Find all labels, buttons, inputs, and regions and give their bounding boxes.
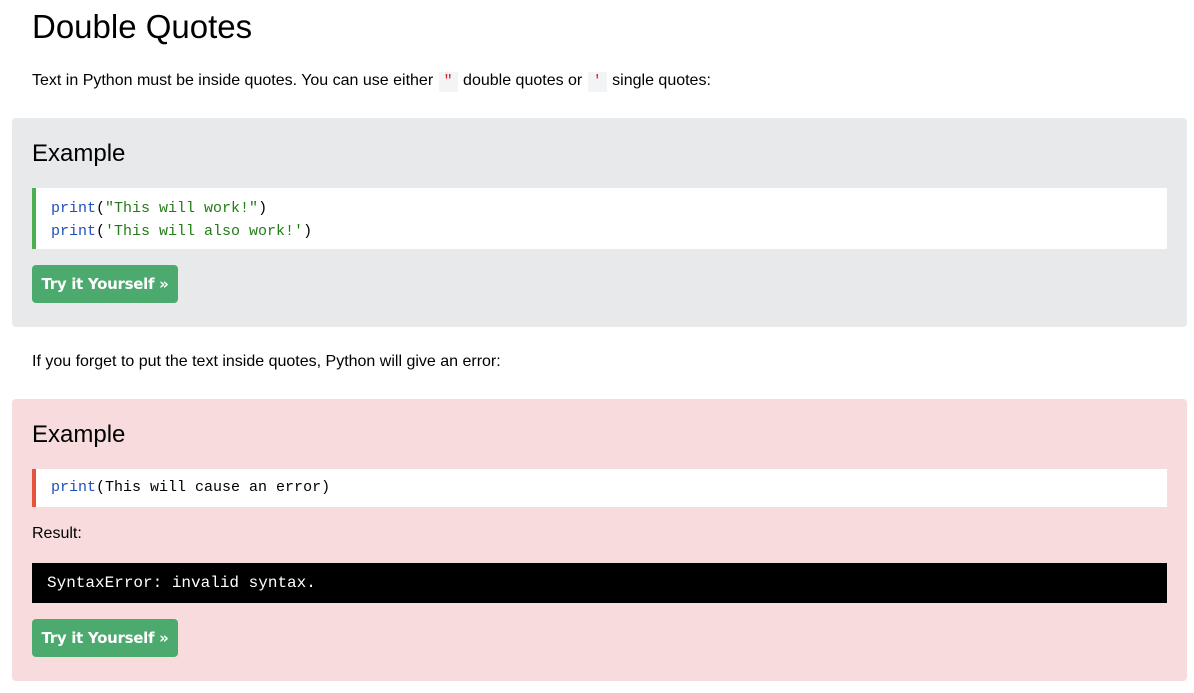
code-string: "This will work!" (105, 200, 259, 217)
intro-text-middle: double quotes or (458, 72, 587, 89)
code-line: print('This will also work!') (51, 220, 1167, 243)
result-label: Result: (32, 525, 82, 542)
example-box-valid: Example print("This will work!") print('… (12, 118, 1187, 327)
intro-text-start: Text in Python must be inside quotes. Yo… (32, 72, 438, 89)
code-paren: ( (96, 223, 106, 240)
page-title: Double Quotes (32, 8, 253, 45)
try-it-yourself-button[interactable]: Try it Yourself » (32, 265, 178, 303)
example-box-error: Example print(This will cause an error) … (12, 399, 1187, 681)
code-string: 'This will also work!' (105, 223, 304, 240)
code-keyword: print (51, 200, 97, 217)
code-line: print("This will work!") (51, 197, 1167, 220)
inline-code-double-quote: " (438, 72, 458, 92)
intro-text: Text in Python must be inside quotes. Yo… (32, 70, 711, 92)
code-keyword: print (51, 223, 97, 240)
code-paren: ) (258, 200, 268, 217)
code-paren: ( (96, 200, 106, 217)
error-explanation-text: If you forget to put the text inside quo… (32, 353, 501, 370)
code-keyword: print (51, 479, 97, 496)
error-output: SyntaxError: invalid syntax. (32, 563, 1167, 603)
code-block: print("This will work!") print('This wil… (32, 188, 1167, 249)
code-paren: ( (96, 479, 106, 496)
code-paren: ) (303, 223, 313, 240)
example-heading: Example (32, 421, 126, 448)
try-it-yourself-button[interactable]: Try it Yourself » (32, 619, 178, 657)
example-heading: Example (32, 140, 126, 167)
page: Double Quotes Text in Python must be ins… (0, 0, 1194, 693)
code-line: print(This will cause an error) (51, 476, 1167, 499)
code-block: print(This will cause an error) (32, 469, 1167, 507)
code-paren: ) (321, 479, 331, 496)
intro-text-end: single quotes: (607, 72, 711, 89)
code-argument: This will cause an error (105, 479, 322, 496)
inline-code-single-quote: ' (587, 72, 607, 92)
